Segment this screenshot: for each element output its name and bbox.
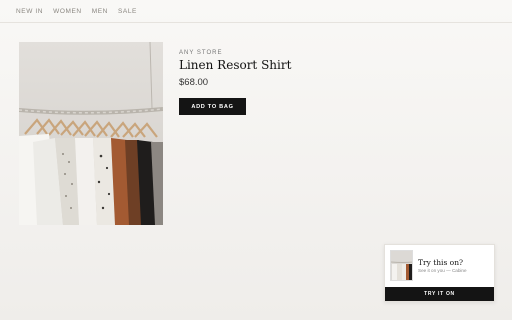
clothing-rack-photo [19, 42, 163, 225]
product-price: $68.00 [179, 77, 209, 88]
top-nav: NEW IN WOMEN MEN SALE [0, 0, 512, 23]
nav-link-new-in[interactable]: NEW IN [16, 8, 43, 15]
try-it-on-button[interactable]: TRY IT ON [385, 287, 494, 301]
popup-title: Try this on? [418, 258, 464, 267]
nav-link-women[interactable]: WOMEN [53, 8, 82, 15]
add-to-bag-button[interactable]: ADD TO BAG [179, 98, 246, 115]
product-title: Linen Resort Shirt [179, 58, 292, 72]
product-image [19, 42, 163, 225]
store-name: ANY STORE [179, 50, 223, 56]
try-on-popup: Try this on? See it on you — Cabine TRY … [384, 244, 495, 302]
popup-subtitle: See it on you — Cabine [418, 268, 467, 273]
nav-link-men[interactable]: MEN [92, 8, 108, 15]
nav-link-sale[interactable]: SALE [118, 8, 137, 15]
popup-thumbnail [390, 250, 413, 281]
clothing-thumbnail-image [391, 251, 412, 280]
